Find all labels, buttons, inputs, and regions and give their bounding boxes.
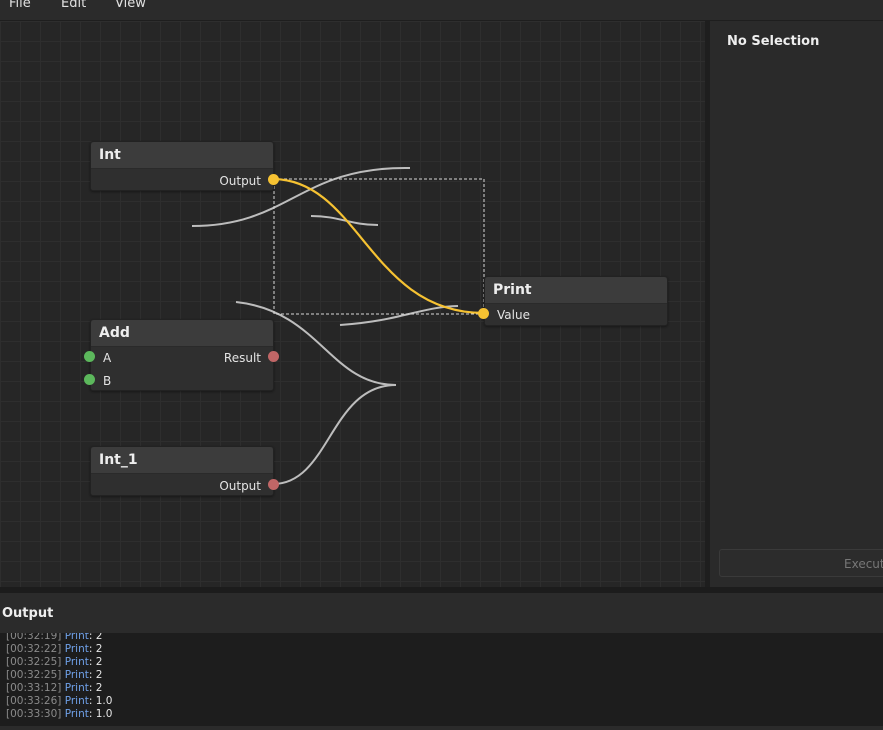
menu-bar: File Edit View [0,0,883,21]
log-time: [00:33:30] [6,708,62,720]
inspector-panel: No Selection Execute [710,21,883,587]
node-add-input-b-label: B [103,374,112,388]
inspector-title: No Selection [727,34,820,49]
node-add-title: Add [99,325,130,341]
log-line: [00:33:12] Print: 2 [6,682,112,695]
log-time: [00:32:22] [6,643,62,655]
log-src: Print [64,643,89,655]
log-line: [00:32:25] Print: 2 [6,656,112,669]
node-int[interactable]: Int Output [90,141,274,191]
selection-marquee [273,178,485,315]
log-list: [00:32:19] Print: 2 [00:32:22] Print: 2 [0… [6,633,112,721]
log-val: : 2 [88,682,103,694]
log-val: : 1.0 [88,708,113,720]
node-print[interactable]: Print Value [484,276,668,326]
wire-ghost-3 [339,305,459,326]
wire-int-to-print [273,177,485,315]
node-add-input-a-port[interactable] [84,351,95,362]
node-int-output-port[interactable] [268,174,279,185]
log-src: Print [64,656,89,668]
output-log[interactable]: [00:32:19] Print: 2 [00:32:22] Print: 2 [0… [0,633,883,726]
node-int1-title: Int_1 [99,452,138,468]
log-src: Print [64,682,89,694]
log-line: [00:32:22] Print: 2 [6,643,112,656]
log-line: [00:33:30] Print: 1.0 [6,708,112,721]
log-time: [00:33:26] [6,695,62,707]
log-src: Print [64,695,89,707]
log-val: : 2 [88,669,103,681]
node-int1-output-port[interactable] [268,479,279,490]
log-line: [00:33:26] Print: 1.0 [6,695,112,708]
node-add-input-a-label: A [103,351,112,365]
node-int-title: Int [99,147,121,163]
wire-int1-to-junction [272,384,397,485]
node-print-input-port[interactable] [478,308,489,319]
log-time: [00:32:25] [6,656,62,668]
log-line: [00:32:19] Print: 2 [6,633,112,643]
log-time: [00:32:19] [6,633,62,642]
output-panel: Output [00:32:19] Print: 2 [00:32:22] Pri… [0,593,883,730]
execute-button[interactable]: Execute [719,549,883,577]
log-time: [00:33:12] [6,682,62,694]
menu-view[interactable]: View [115,0,146,11]
node-graph-canvas[interactable]: Int Output Add A B Result Int_1 Output P… [0,21,705,587]
node-print-title: Print [493,282,532,298]
log-val: : 2 [88,643,103,655]
node-int1-output-label: Output [219,479,261,493]
execute-button-label: Execute [844,557,883,571]
log-line: [00:32:25] Print: 2 [6,669,112,682]
log-src: Print [64,669,89,681]
log-time: [00:32:25] [6,669,62,681]
menu-file[interactable]: File [9,0,31,11]
menu-edit[interactable]: Edit [61,0,86,11]
node-add-output-label: Result [223,351,261,365]
node-add-output-port[interactable] [268,351,279,362]
log-val: : 2 [88,633,103,642]
output-title: Output [2,606,54,621]
log-val: : 1.0 [88,695,113,707]
log-val: : 2 [88,656,103,668]
node-print-input-label: Value [497,308,530,322]
node-add[interactable]: Add A B Result [90,319,274,391]
node-add-input-b-port[interactable] [84,374,95,385]
node-int1[interactable]: Int_1 Output [90,446,274,496]
log-src: Print [64,633,89,642]
node-int-output-label: Output [219,174,261,188]
log-src: Print [64,708,89,720]
